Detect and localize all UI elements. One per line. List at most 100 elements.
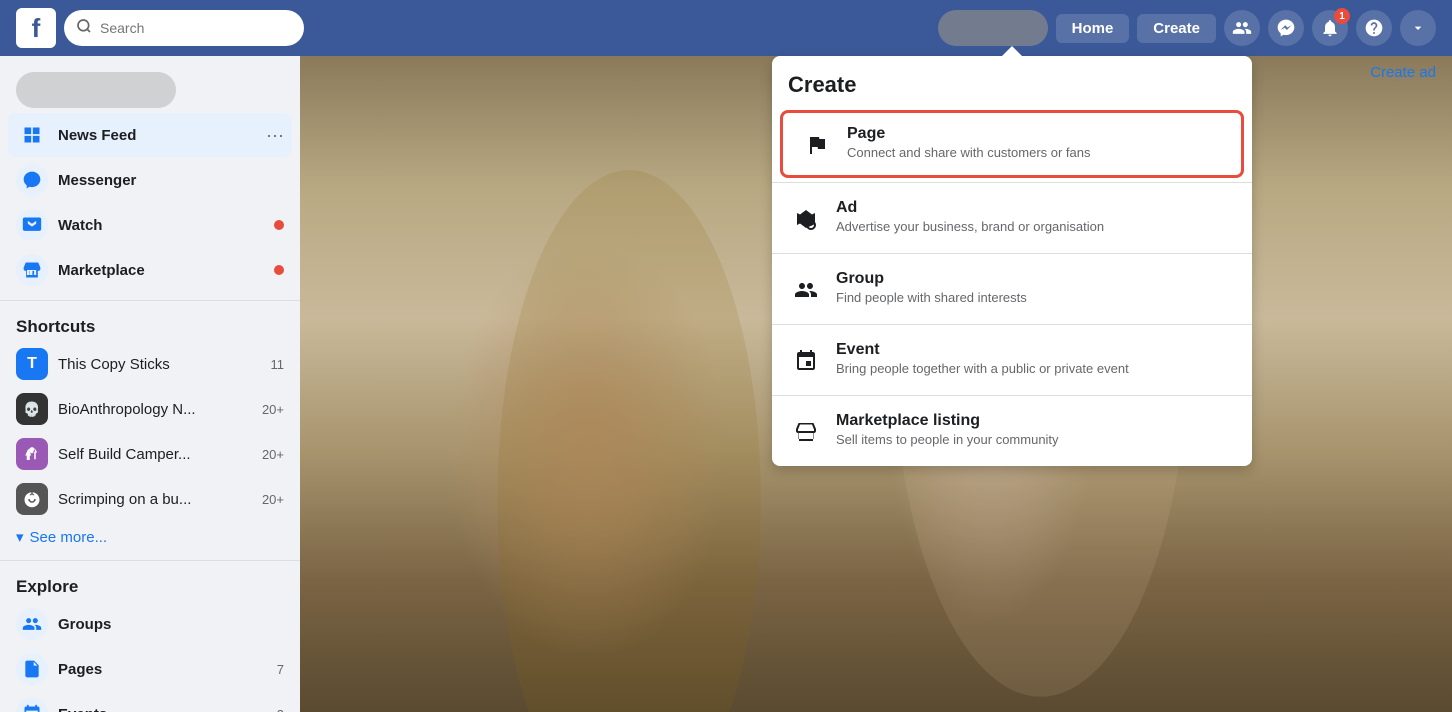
sidebar-item-pages[interactable]: Pages 7 <box>8 647 292 691</box>
sidebar-item-groups[interactable]: Groups <box>8 602 292 646</box>
bioanthropology-count: 20+ <box>262 402 284 417</box>
pages-count: 7 <box>277 662 284 677</box>
selfbuild-count: 20+ <box>262 447 284 462</box>
dropdown-divider-2 <box>772 253 1252 254</box>
messenger-icon-button[interactable] <box>1268 10 1304 46</box>
thiscopysticks-avatar: T <box>16 348 48 380</box>
create-ad-item[interactable]: Ad Advertise your business, brand or org… <box>772 187 1252 249</box>
events-icon <box>16 698 48 712</box>
dropdown-icon-button[interactable] <box>1400 10 1436 46</box>
marketplace-listing-desc: Sell items to people in your community <box>836 432 1236 447</box>
thiscopysticks-count: 11 <box>271 357 285 372</box>
dropdown-divider-1 <box>772 182 1252 183</box>
create-dropdown-title: Create <box>772 68 1252 110</box>
sidebar-item-scrimping[interactable]: Scrimping on a bu... 20+ <box>8 477 292 521</box>
events-label: Events <box>58 706 267 712</box>
thiscopysticks-label: This Copy Sticks <box>58 356 261 373</box>
topnav-right: Home Create 1 <box>938 10 1436 46</box>
see-more-link[interactable]: ▾ See more... <box>0 522 300 552</box>
search-icon <box>76 18 92 39</box>
newsfeed-dots[interactable]: ··· <box>266 125 284 146</box>
home-button[interactable]: Home <box>1056 14 1130 43</box>
selfbuild-avatar <box>16 438 48 470</box>
marketplace-notification-dot <box>274 265 284 275</box>
sidebar-item-events[interactable]: Events 3 <box>8 692 292 712</box>
event-item-title: Event <box>836 341 1236 359</box>
group-item-desc: Find people with shared interests <box>836 290 1236 305</box>
event-item-text: Event Bring people together with a publi… <box>836 341 1236 376</box>
event-icon <box>788 343 824 379</box>
scrimping-label: Scrimping on a bu... <box>58 491 252 508</box>
notification-count: 1 <box>1334 8 1350 24</box>
selfbuild-label: Self Build Camper... <box>58 446 252 463</box>
create-dropdown-panel: Create Page Connect and share with custo… <box>772 56 1252 466</box>
marketplace-listing-title: Marketplace listing <box>836 412 1236 430</box>
page-item-desc: Connect and share with customers or fans <box>847 145 1225 160</box>
page-icon <box>799 127 835 163</box>
pages-label: Pages <box>58 661 267 678</box>
newsfeed-icon <box>16 119 48 151</box>
group-item-text: Group Find people with shared interests <box>836 270 1236 305</box>
newsfeed-label: News Feed <box>58 127 256 144</box>
bioanthropology-label: BioAnthropology N... <box>58 401 252 418</box>
event-item-desc: Bring people together with a public or p… <box>836 361 1236 376</box>
create-ad-button[interactable]: Create ad <box>1370 64 1436 81</box>
watch-label: Watch <box>58 217 264 234</box>
sidebar: News Feed ··· Messenger Watch <box>0 56 300 712</box>
ad-icon <box>788 201 824 237</box>
page-item-text: Page Connect and share with customers or… <box>847 125 1225 160</box>
create-button[interactable]: Create <box>1137 14 1216 43</box>
create-page-item[interactable]: Page Connect and share with customers or… <box>780 110 1244 178</box>
create-marketplace-item[interactable]: Marketplace listing Sell items to people… <box>772 400 1252 462</box>
sidebar-divider-2 <box>0 560 300 561</box>
see-more-chevron-icon: ▾ <box>16 528 24 546</box>
ad-item-title: Ad <box>836 199 1236 217</box>
dropdown-divider-3 <box>772 324 1252 325</box>
notifications-icon-button[interactable]: 1 <box>1312 10 1348 46</box>
friends-icon-button[interactable] <box>1224 10 1260 46</box>
dropdown-divider-4 <box>772 395 1252 396</box>
sidebar-item-newsfeed[interactable]: News Feed ··· <box>8 113 292 157</box>
help-icon-button[interactable] <box>1356 10 1392 46</box>
messenger-label: Messenger <box>58 172 284 189</box>
sidebar-user-avatar <box>16 72 176 108</box>
marketplace-icon <box>16 254 48 286</box>
sidebar-item-messenger[interactable]: Messenger <box>8 158 292 202</box>
sidebar-item-thiscopysticks[interactable]: T This Copy Sticks 11 <box>8 342 292 386</box>
groups-label: Groups <box>58 616 284 633</box>
dropdown-arrow <box>1002 46 1022 56</box>
groups-icon <box>16 608 48 640</box>
watch-icon <box>16 209 48 241</box>
search-bar[interactable] <box>64 10 304 46</box>
bioanthropology-avatar: 💀 <box>16 393 48 425</box>
create-group-item[interactable]: Group Find people with shared interests <box>772 258 1252 320</box>
facebook-logo: f <box>16 8 56 48</box>
group-item-title: Group <box>836 270 1236 288</box>
sidebar-divider-1 <box>0 300 300 301</box>
ad-item-desc: Advertise your business, brand or organi… <box>836 219 1236 234</box>
sidebar-user-area <box>0 64 300 112</box>
user-avatar <box>938 10 1048 46</box>
group-icon <box>788 272 824 308</box>
create-event-item[interactable]: Event Bring people together with a publi… <box>772 329 1252 391</box>
explore-title: Explore <box>0 569 300 601</box>
scrimping-count: 20+ <box>262 492 284 507</box>
pages-icon <box>16 653 48 685</box>
sidebar-item-selfbuild[interactable]: Self Build Camper... 20+ <box>8 432 292 476</box>
shortcuts-title: Shortcuts <box>0 309 300 341</box>
marketplace-listing-icon <box>788 414 824 450</box>
scrimping-avatar <box>16 483 48 515</box>
messenger-icon <box>16 164 48 196</box>
see-more-label: See more... <box>30 529 108 546</box>
marketplace-listing-text: Marketplace listing Sell items to people… <box>836 412 1236 447</box>
page-item-title: Page <box>847 125 1225 143</box>
sidebar-item-bioanthropology[interactable]: 💀 BioAnthropology N... 20+ <box>8 387 292 431</box>
watch-notification-dot <box>274 220 284 230</box>
events-count: 3 <box>277 707 284 712</box>
search-input[interactable] <box>100 20 292 36</box>
topnav: f Home Create 1 <box>0 0 1452 56</box>
marketplace-label: Marketplace <box>58 262 264 279</box>
sidebar-item-marketplace[interactable]: Marketplace <box>8 248 292 292</box>
sidebar-item-watch[interactable]: Watch <box>8 203 292 247</box>
ad-item-text: Ad Advertise your business, brand or org… <box>836 199 1236 234</box>
